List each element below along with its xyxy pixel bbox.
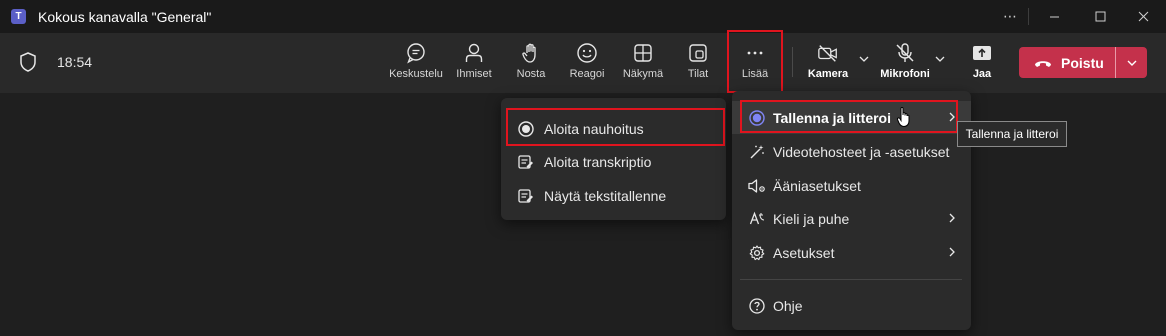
menu-item-label: Kieli ja puhe <box>773 210 850 227</box>
people-label: Ihmiset <box>456 68 492 80</box>
menu-item-help[interactable]: Ohje <box>732 289 971 322</box>
view-label: Näkymä <box>622 68 664 80</box>
menu-item-label: Videotehosteet ja -asetukset <box>773 143 950 160</box>
menu-item-audio-settings[interactable]: Ääniasetukset <box>732 169 971 202</box>
teams-logo-icon: T <box>11 9 26 24</box>
tooltip: Tallenna ja litteroi <box>957 121 1067 147</box>
teams-meeting-window: T Kokous kanavalla "General" ⋯ 18:54 Kes… <box>0 0 1166 336</box>
share-button[interactable]: Jaa <box>962 33 1002 93</box>
people-button[interactable]: Ihmiset <box>452 33 496 93</box>
chevron-right-icon <box>949 247 955 257</box>
menu-divider <box>740 279 962 280</box>
raise-hand-icon <box>520 42 542 64</box>
people-icon <box>463 42 485 64</box>
microphone-label: Mikrofoni <box>880 68 930 80</box>
mic-off-icon <box>894 42 916 64</box>
start-recording-highlight <box>506 108 725 146</box>
menu-item-video-effects[interactable]: Videotehosteet ja -asetukset <box>732 135 971 168</box>
menu-item-language-speech[interactable]: Kieli ja puhe <box>732 202 971 235</box>
more-button-highlight <box>727 30 783 93</box>
transcript-view-icon <box>517 187 535 205</box>
meeting-timer: 18:54 <box>57 54 93 70</box>
raise-hand-button[interactable]: Nosta <box>511 33 551 93</box>
shield-icon <box>20 52 36 72</box>
menu-item-label: Ääniasetukset <box>773 177 861 194</box>
maximize-icon[interactable] <box>1077 0 1123 33</box>
chat-button[interactable]: Keskustelu <box>389 33 443 93</box>
camera-label: Kamera <box>807 68 849 80</box>
layout-grid-icon <box>632 42 654 64</box>
react-label: Reagoi <box>569 68 605 80</box>
rooms-label: Tilat <box>687 68 709 80</box>
transcript-icon <box>517 153 535 171</box>
rooms-button[interactable]: Tilat <box>680 33 716 93</box>
menu-item-start-transcription[interactable]: Aloita transkriptio <box>501 145 726 178</box>
hang-up-icon <box>1035 60 1051 67</box>
leave-options-chevron-icon[interactable] <box>1116 47 1147 78</box>
smiley-icon <box>576 42 598 64</box>
leave-button[interactable]: Poistu <box>1019 47 1147 78</box>
chevron-right-icon <box>949 213 955 223</box>
menu-item-show-transcript[interactable]: Näytä tekstitallenne <box>501 179 726 212</box>
more-options-icon[interactable]: ⋯ <box>987 0 1033 33</box>
camera-options-chevron-icon[interactable] <box>858 53 870 65</box>
menu-item-settings[interactable]: Asetukset <box>732 236 971 269</box>
menu-item-label: Ohje <box>773 297 803 314</box>
camera-button[interactable]: Kamera <box>806 33 850 93</box>
wand-icon <box>748 143 766 161</box>
menu-item-label: Näytä tekstitallenne <box>544 187 667 204</box>
hand-cursor-icon <box>896 107 910 128</box>
share-label: Jaa <box>972 68 992 80</box>
window-title: Kokous kanavalla "General" <box>38 8 212 25</box>
menu-item-label: Asetukset <box>773 244 835 261</box>
meeting-toolbar: 18:54 Keskustelu Ihmiset Nosta Reagoi Nä… <box>0 30 1166 93</box>
raise-hand-label: Nosta <box>516 68 546 80</box>
speaker-settings-icon <box>748 177 766 195</box>
help-icon <box>748 297 766 315</box>
share-screen-icon <box>971 42 993 64</box>
toolbar-divider <box>792 47 793 77</box>
menu-item-label: Aloita transkriptio <box>544 153 652 170</box>
camera-off-icon <box>817 42 839 64</box>
chat-icon <box>405 42 427 64</box>
breakout-rooms-icon <box>687 42 709 64</box>
leave-main[interactable]: Poistu <box>1019 47 1115 78</box>
leave-label: Poistu <box>1061 54 1104 71</box>
titlebar-divider <box>1028 8 1029 25</box>
minimize-icon[interactable] <box>1031 0 1077 33</box>
record-transcribe-highlight <box>740 100 958 133</box>
language-icon <box>748 210 766 228</box>
mic-options-chevron-icon[interactable] <box>934 53 946 65</box>
view-button[interactable]: Näkymä <box>620 33 666 93</box>
react-button[interactable]: Reagoi <box>566 33 608 93</box>
microphone-button[interactable]: Mikrofoni <box>878 33 932 93</box>
chat-label: Keskustelu <box>389 68 443 80</box>
close-icon[interactable] <box>1120 0 1166 33</box>
gear-icon <box>748 244 766 262</box>
